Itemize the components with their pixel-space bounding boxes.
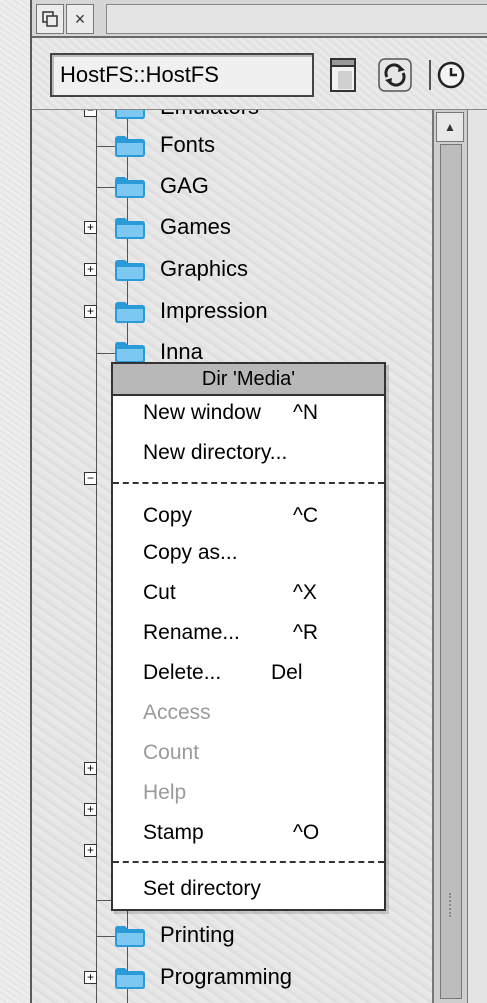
menu-item-rename[interactable]: Rename... ^R — [143, 621, 373, 653]
vertical-scrollbar[interactable]: ▲ — [432, 110, 468, 1003]
collapse-icon-media[interactable]: − — [84, 472, 97, 485]
filer-window-icon[interactable] — [324, 54, 362, 96]
content-pane-edge — [468, 110, 487, 1003]
menu-item-label: New window — [143, 401, 261, 424]
menu-item-access: Access — [143, 701, 373, 733]
menu-item-shortcut: ^R — [293, 621, 319, 644]
title-bar: × — [32, 0, 487, 38]
menu-item-set-directory[interactable]: Set directory — [143, 877, 373, 909]
tree-row-printing[interactable]: Printing — [160, 922, 235, 948]
folder-icon — [115, 342, 145, 363]
menu-item-shortcut: Del — [271, 661, 303, 684]
menu-item-label: Set directory — [143, 877, 261, 900]
menu-item-stamp[interactable]: Stamp ^O — [143, 821, 373, 853]
expand-icon[interactable]: + — [84, 844, 97, 857]
tree-row-games[interactable]: Games — [160, 214, 231, 240]
folder-icon — [115, 926, 145, 947]
menu-item-count: Count — [143, 741, 373, 773]
menu-title: Dir 'Media' — [113, 364, 384, 396]
folder-icon — [115, 260, 145, 281]
scroll-up-arrow-icon[interactable]: ▲ — [436, 112, 464, 142]
tree-row-impression[interactable]: Impression — [160, 298, 268, 324]
menu-item-help: Help — [143, 781, 373, 813]
menu-item-new-window[interactable]: New window ^N — [143, 401, 373, 433]
refresh-icon[interactable] — [376, 54, 414, 96]
context-menu: Dir 'Media' New window ^N New directory..… — [111, 362, 386, 911]
menu-item-label: Stamp — [143, 821, 204, 844]
tree-row-fonts[interactable]: Fonts — [160, 132, 215, 158]
folder-icon — [115, 968, 145, 989]
grip-icon — [449, 893, 455, 917]
menu-item-label: Count — [143, 741, 200, 764]
expand-icon[interactable]: + — [84, 221, 97, 234]
folder-icon — [115, 302, 145, 323]
toolbar-separator — [429, 60, 431, 90]
menu-item-label: Delete... — [143, 661, 222, 684]
folder-icon — [115, 218, 145, 239]
tree-row-label: Emulators — [160, 110, 259, 120]
menu-item-shortcut: ^X — [293, 581, 317, 604]
collapse-icon[interactable]: − — [84, 110, 97, 117]
tree-trunk-line — [96, 110, 97, 1003]
menu-item-label: Help — [143, 781, 187, 804]
tree-row-graphics[interactable]: Graphics — [160, 256, 248, 282]
menu-separator — [113, 482, 384, 484]
menu-item-label: Access — [143, 701, 211, 724]
title-area[interactable] — [106, 4, 487, 34]
folder-icon — [115, 136, 145, 157]
menu-item-shortcut: ^N — [293, 401, 319, 424]
expand-icon[interactable]: + — [84, 971, 97, 984]
menu-item-copy-as[interactable]: Copy as... — [143, 541, 373, 573]
menu-item-label: New directory... — [143, 441, 288, 464]
menu-separator — [113, 861, 384, 863]
menu-item-label: Copy as... — [143, 541, 238, 564]
expand-icon[interactable]: + — [84, 803, 97, 816]
toolbar: HostFS::HostFS — [32, 38, 487, 110]
tree-row-gag[interactable]: GAG — [160, 173, 209, 199]
menu-item-new-directory[interactable]: New directory... — [143, 441, 373, 473]
menu-item-copy[interactable]: Copy ^C — [143, 504, 373, 536]
expand-icon[interactable]: + — [84, 305, 97, 318]
menu-item-delete[interactable]: Delete... Del — [143, 661, 373, 693]
folder-icon — [115, 110, 145, 119]
close-icon[interactable]: × — [66, 4, 94, 34]
menu-item-shortcut: ^C — [293, 504, 319, 527]
expand-icon[interactable]: + — [84, 762, 97, 775]
menu-item-shortcut: ^O — [293, 821, 320, 844]
menu-item-label: Rename... — [143, 621, 240, 644]
tree-row-programming[interactable]: Programming — [160, 964, 292, 990]
back-icon[interactable] — [36, 4, 64, 34]
menu-item-label: Copy — [143, 504, 193, 527]
path-field[interactable]: HostFS::HostFS — [50, 53, 314, 97]
expand-icon[interactable]: + — [84, 263, 97, 276]
menu-item-cut[interactable]: Cut ^X — [143, 581, 373, 613]
clock-icon[interactable] — [436, 54, 466, 96]
menu-item-label: Cut — [143, 581, 176, 604]
scroll-thumb[interactable] — [440, 144, 462, 999]
folder-icon — [115, 177, 145, 198]
